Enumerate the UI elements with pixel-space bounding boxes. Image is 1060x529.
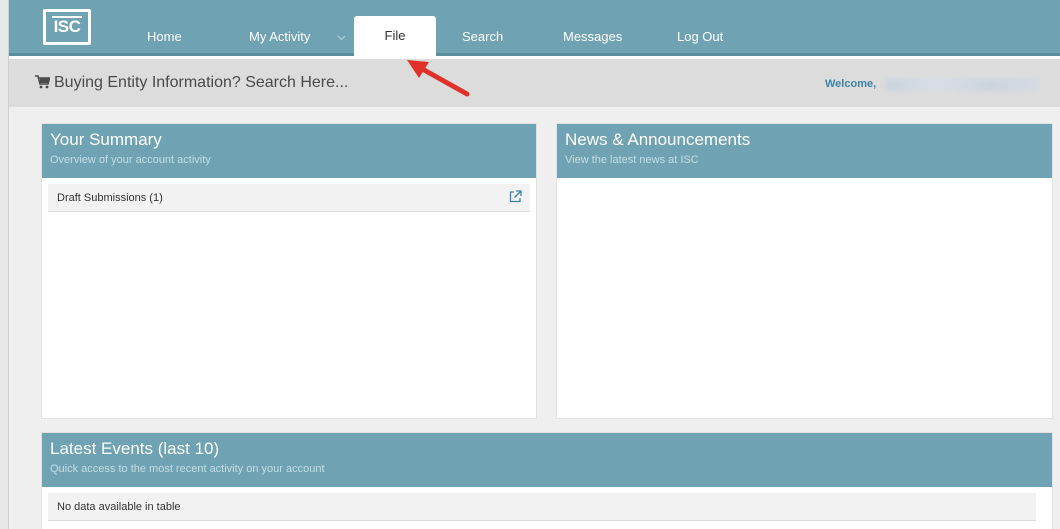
table-row: No data available in table [48, 493, 1036, 521]
summary-title: Your Summary [50, 130, 162, 149]
annotation-arrow-icon [407, 60, 470, 97]
nav-messages[interactable]: Messages [563, 0, 622, 56]
entity-search-link[interactable]: Buying Entity Information? Search Here..… [35, 74, 348, 92]
list-item[interactable]: Draft Submissions (1) [48, 184, 530, 212]
nav-search[interactable]: Search [462, 0, 503, 56]
events-panel-header: Latest Events (last 10) Quick access to … [42, 433, 1052, 487]
news-panel: News & Announcements View the latest new… [556, 123, 1053, 419]
news-title: News & Announcements [565, 130, 751, 149]
isc-logo[interactable]: ISC [43, 9, 91, 45]
app-frame: ISC Home My Activity File Search Message… [8, 0, 1060, 529]
events-panel: Latest Events (last 10) Quick access to … [41, 432, 1053, 529]
empty-table-message: No data available in table [57, 501, 181, 513]
nav-my-activity-label: My Activity [249, 29, 311, 44]
draft-submissions-label: Draft Submissions (1) [57, 192, 163, 204]
top-navigation: ISC Home My Activity File Search Message… [9, 0, 1060, 56]
events-subtitle: Quick access to the most recent activity… [50, 463, 325, 475]
shopping-cart-icon [35, 75, 50, 89]
entity-search-bar: Buying Entity Information? Search Here..… [9, 59, 1060, 107]
external-link-icon[interactable] [509, 190, 522, 203]
nav-file[interactable]: File [354, 16, 436, 56]
chevron-down-icon[interactable] [337, 33, 346, 42]
nav-my-activity[interactable]: My Activity [249, 0, 310, 56]
summary-subtitle: Overview of your account activity [50, 154, 211, 166]
events-title: Latest Events (last 10) [50, 439, 220, 458]
news-subtitle: View the latest news at ISC [565, 154, 699, 166]
nav-log-out[interactable]: Log Out [677, 0, 723, 56]
isc-logo-text: ISC [46, 12, 88, 42]
user-name-redacted[interactable] [885, 79, 1041, 91]
summary-panel: Your Summary Overview of your account ac… [41, 123, 537, 419]
nav-home[interactable]: Home [147, 0, 182, 56]
welcome-label: Welcome, [825, 78, 877, 90]
entity-search-text: Buying Entity Information? Search Here..… [54, 74, 349, 91]
news-panel-header: News & Announcements View the latest new… [557, 124, 1052, 178]
summary-panel-header: Your Summary Overview of your account ac… [42, 124, 536, 178]
